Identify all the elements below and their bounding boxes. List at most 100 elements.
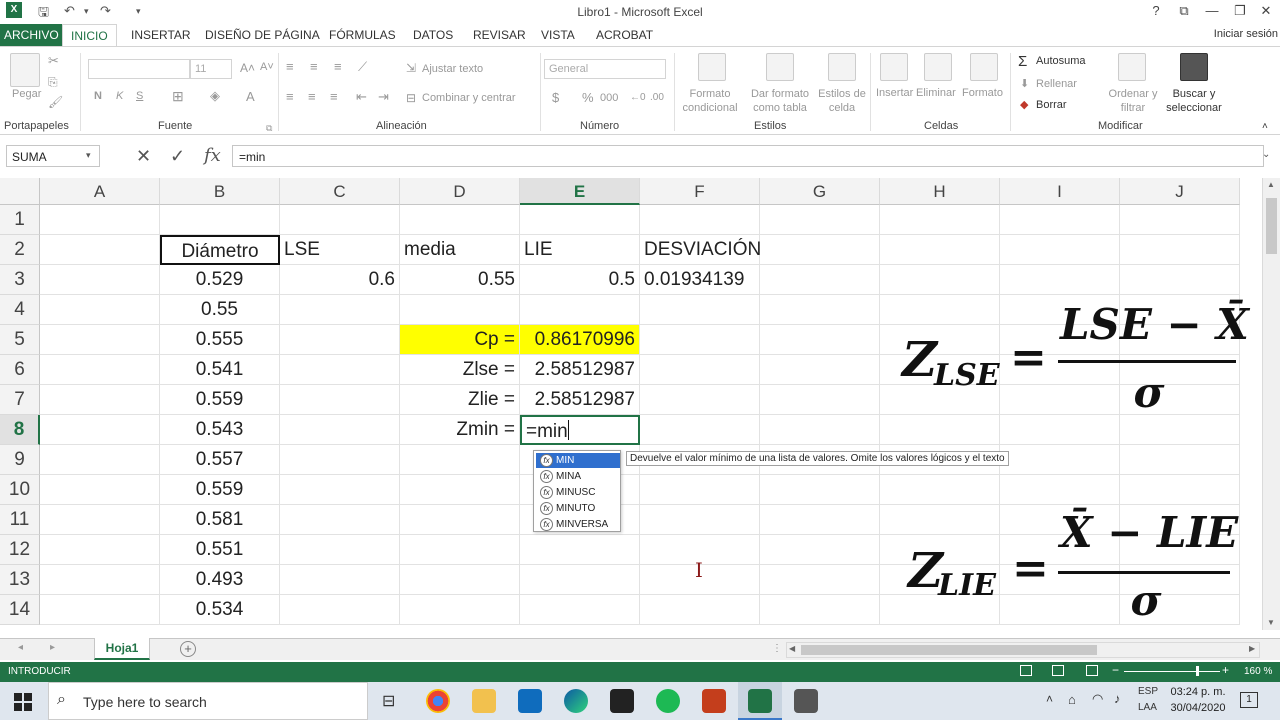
- zoom-slider-thumb[interactable]: [1196, 666, 1199, 676]
- cell[interactable]: [640, 415, 760, 445]
- cell[interactable]: [40, 325, 160, 355]
- row-header-5[interactable]: 5: [0, 325, 40, 355]
- cell[interactable]: [640, 205, 760, 235]
- cell[interactable]: [520, 565, 640, 595]
- cell[interactable]: [40, 505, 160, 535]
- select-all-corner[interactable]: [0, 178, 40, 205]
- cell[interactable]: [40, 565, 160, 595]
- currency-button[interactable]: $: [552, 90, 559, 105]
- cell[interactable]: [1000, 265, 1120, 295]
- sheet-tab-hoja1[interactable]: Hoja1: [94, 638, 150, 660]
- orientation-icon[interactable]: ⟋: [358, 59, 367, 75]
- cell[interactable]: [520, 535, 640, 565]
- row-header-6[interactable]: 6: [0, 355, 40, 385]
- insert-function-icon[interactable]: fx: [204, 145, 221, 166]
- chrome-icon[interactable]: [426, 689, 450, 713]
- insert-cells-icon[interactable]: [880, 53, 908, 81]
- cell-d6[interactable]: Zlse =: [400, 355, 520, 385]
- tab-diseno-pagina[interactable]: DISEÑO DE PÁGINA: [197, 24, 328, 46]
- tab-inicio[interactable]: INICIO: [62, 24, 117, 46]
- tab-acrobat[interactable]: ACROBAT: [588, 24, 661, 46]
- cell[interactable]: [280, 505, 400, 535]
- bold-button[interactable]: N: [94, 90, 102, 102]
- restore-icon[interactable]: ❐: [1230, 3, 1250, 19]
- vertical-scrollbar[interactable]: ▲ ▼: [1262, 178, 1280, 630]
- binoculars-icon[interactable]: [1180, 53, 1208, 81]
- taskbar-search[interactable]: ⌕ Type here to search: [48, 682, 368, 720]
- cell-b6[interactable]: 0.541: [160, 355, 280, 385]
- cell[interactable]: [520, 205, 640, 235]
- cell[interactable]: [400, 205, 520, 235]
- cell[interactable]: [640, 385, 760, 415]
- italic-button[interactable]: K: [116, 90, 123, 102]
- cell[interactable]: [880, 205, 1000, 235]
- scroll-right-icon[interactable]: ▶: [1249, 644, 1255, 653]
- function-autocomplete-list[interactable]: fx MIN fx MINA fx MINUSC fx MINUTO fx MINVERS…: [533, 450, 621, 532]
- cell-f2[interactable]: DESVIACIÓN: [640, 235, 761, 265]
- cell[interactable]: [400, 595, 520, 625]
- align-center-icon[interactable]: ≡: [308, 89, 316, 104]
- scroll-left-icon[interactable]: ◀: [789, 644, 795, 653]
- align-left-icon[interactable]: ≡: [286, 89, 294, 104]
- horizontal-scrollbar[interactable]: ◀ ▶: [786, 642, 1260, 658]
- column-header-g[interactable]: G: [760, 178, 880, 205]
- paste-label[interactable]: Pegar: [12, 88, 41, 100]
- underline-button[interactable]: S: [136, 90, 143, 102]
- cell[interactable]: [880, 475, 1000, 505]
- cell[interactable]: [400, 565, 520, 595]
- formula-input[interactable]: =min: [232, 145, 1264, 167]
- cell[interactable]: [760, 325, 880, 355]
- cell-c2[interactable]: LSE: [280, 235, 400, 265]
- scroll-down-icon[interactable]: ▼: [1267, 618, 1275, 627]
- name-box-dropdown-icon[interactable]: ▾: [86, 150, 91, 161]
- row-header-4[interactable]: 4: [0, 295, 40, 325]
- cell[interactable]: [520, 295, 640, 325]
- sign-in-link[interactable]: Iniciar sesión: [1214, 28, 1278, 40]
- cell[interactable]: [40, 385, 160, 415]
- cell-styles-icon[interactable]: [828, 53, 856, 81]
- cell-e6[interactable]: 2.58512987: [520, 355, 640, 385]
- row-header-2[interactable]: 2: [0, 235, 40, 265]
- number-format-select[interactable]: General: [544, 59, 666, 79]
- cell-e8[interactable]: =min: [520, 415, 640, 445]
- close-icon[interactable]: ✕: [1256, 3, 1276, 19]
- row-header-13[interactable]: 13: [0, 565, 40, 595]
- prev-sheet-icon[interactable]: ◂: [18, 642, 23, 653]
- cell[interactable]: [880, 295, 1000, 325]
- cell[interactable]: [400, 475, 520, 505]
- clock-time[interactable]: 03:24 p. m.: [1168, 686, 1228, 698]
- cell[interactable]: [760, 235, 880, 265]
- row-header-11[interactable]: 11: [0, 505, 40, 535]
- cell[interactable]: [1000, 475, 1120, 505]
- task-view-icon[interactable]: ⊟: [382, 691, 395, 711]
- zoom-in-icon[interactable]: +: [1222, 663, 1229, 677]
- wifi-icon[interactable]: ◠: [1092, 691, 1103, 707]
- cell-b9[interactable]: 0.557: [160, 445, 280, 475]
- tab-vista[interactable]: VISTA: [533, 24, 583, 46]
- network-icon[interactable]: ⌂: [1068, 692, 1076, 707]
- language-2[interactable]: LAA: [1138, 702, 1157, 713]
- zoom-out-icon[interactable]: −: [1112, 663, 1119, 677]
- cell[interactable]: [760, 535, 880, 565]
- cell[interactable]: [40, 265, 160, 295]
- cell-c3[interactable]: 0.6: [280, 265, 400, 295]
- copy-icon[interactable]: ⎘: [48, 75, 58, 90]
- cell-e5[interactable]: 0.86170996: [520, 325, 640, 355]
- column-header-c[interactable]: C: [280, 178, 400, 205]
- table-format-button[interactable]: Dar formato como tabla: [748, 87, 812, 115]
- font-dialog-launcher-icon[interactable]: ⧉: [266, 123, 272, 134]
- column-header-a[interactable]: A: [40, 178, 160, 205]
- align-right-icon[interactable]: ≡: [330, 89, 338, 104]
- cell[interactable]: [880, 505, 1000, 535]
- fill-color-icon[interactable]: ◈: [210, 88, 220, 104]
- cell[interactable]: [40, 475, 160, 505]
- column-header-h[interactable]: H: [880, 178, 1000, 205]
- cell[interactable]: [280, 385, 400, 415]
- fill-button[interactable]: Rellenar: [1036, 78, 1077, 90]
- cell[interactable]: [760, 505, 880, 535]
- enter-icon[interactable]: ✓: [170, 146, 185, 167]
- table-format-icon[interactable]: [766, 53, 794, 81]
- collapse-ribbon-icon[interactable]: ˄: [1262, 121, 1268, 132]
- cell[interactable]: [880, 415, 1000, 445]
- row-header-1[interactable]: 1: [0, 205, 40, 235]
